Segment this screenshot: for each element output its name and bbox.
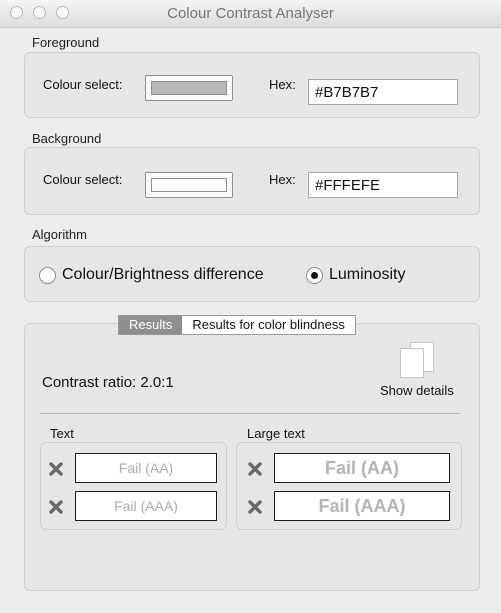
large-text-group-label: Large text xyxy=(247,426,305,441)
luminosity-radio[interactable] xyxy=(306,267,323,284)
text-group-panel: Fail (AA) Fail (AAA) xyxy=(40,442,227,530)
text-aaa-result: Fail (AAA) xyxy=(75,491,217,521)
foreground-panel: Colour select: Hex: xyxy=(24,52,480,118)
background-section-label: Background xyxy=(32,131,102,146)
colour-brightness-radio[interactable] xyxy=(39,267,56,284)
titlebar: Colour Contrast Analyser xyxy=(0,0,501,28)
foreground-colour-select-button[interactable] xyxy=(145,75,233,101)
results-tab-bar: Results Results for color blindness xyxy=(118,315,356,335)
window-title: Colour Contrast Analyser xyxy=(167,5,334,22)
background-swatch xyxy=(151,178,227,192)
text-aa-result: Fail (AA) xyxy=(75,453,217,483)
luminosity-radio-selected-dot xyxy=(311,272,318,279)
background-hex-input[interactable] xyxy=(308,172,458,198)
foreground-swatch xyxy=(151,81,227,95)
luminosity-label[interactable]: Luminosity xyxy=(329,266,405,284)
large-text-aa-result: Fail (AA) xyxy=(274,453,450,483)
show-details-button[interactable]: Show details xyxy=(380,383,454,398)
foreground-colour-select-label: Colour select: xyxy=(43,77,123,92)
documents-icon[interactable] xyxy=(398,340,436,380)
fail-x-icon xyxy=(248,500,262,514)
document-front-icon xyxy=(400,348,424,378)
tab-results-color-blindness[interactable]: Results for color blindness xyxy=(182,315,356,335)
contrast-ratio-text: Contrast ratio: 2.0:1 xyxy=(42,374,174,391)
foreground-section-label: Foreground xyxy=(32,35,100,50)
fail-x-icon xyxy=(49,462,63,476)
tab-results[interactable]: Results xyxy=(118,315,183,335)
foreground-hex-input[interactable] xyxy=(308,79,458,105)
foreground-hex-label: Hex: xyxy=(269,77,296,92)
algorithm-section-label: Algorithm xyxy=(32,227,87,242)
text-group-label: Text xyxy=(50,426,74,441)
app-window: Colour Contrast Analyser Foreground Colo… xyxy=(0,0,501,613)
background-colour-select-label: Colour select: xyxy=(43,172,123,187)
background-panel: Colour select: Hex: xyxy=(24,147,480,215)
algorithm-panel: Colour/Brightness difference Luminosity xyxy=(24,246,480,302)
fail-x-icon xyxy=(248,462,262,476)
large-text-aaa-result: Fail (AAA) xyxy=(274,491,450,521)
background-colour-select-button[interactable] xyxy=(145,172,233,198)
colour-brightness-label[interactable]: Colour/Brightness difference xyxy=(62,266,264,284)
background-hex-label: Hex: xyxy=(269,172,296,187)
fail-x-icon xyxy=(49,500,63,514)
results-divider xyxy=(40,413,460,414)
large-text-group-panel: Fail (AA) Fail (AAA) xyxy=(236,442,462,530)
